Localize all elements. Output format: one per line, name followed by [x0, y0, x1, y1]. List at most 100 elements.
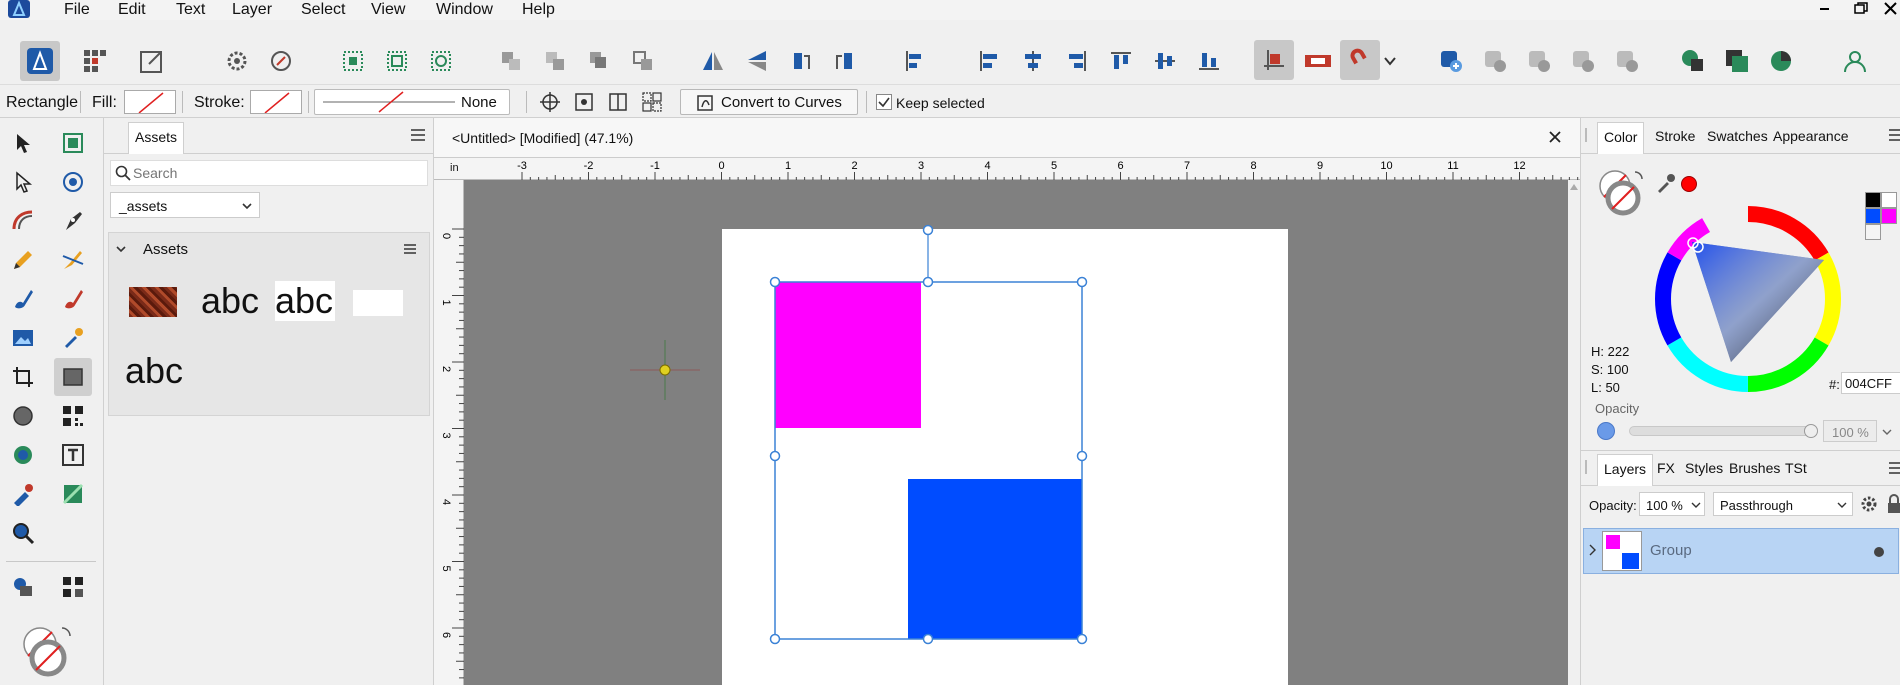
menu-file[interactable]: File — [64, 0, 90, 20]
section-menu-icon[interactable] — [403, 243, 417, 255]
current-color-swatch[interactable] — [1681, 176, 1697, 192]
layers-panel-menu-icon[interactable] — [1889, 461, 1900, 475]
swatch-black[interactable] — [1865, 192, 1881, 208]
zoom-tool-icon[interactable] — [6, 516, 40, 550]
snapping-icon[interactable] — [1254, 40, 1294, 80]
layer-row-group[interactable]: Group — [1583, 528, 1899, 574]
menu-edit[interactable]: Edit — [118, 0, 146, 20]
align-top-icon[interactable] — [1106, 46, 1136, 76]
transform-grid-icon[interactable] — [637, 87, 667, 117]
snap-objects-icon[interactable] — [426, 46, 456, 76]
vector-brush-tool-icon[interactable] — [56, 243, 90, 277]
align-center-icon[interactable] — [1018, 46, 1048, 76]
align-middle-icon[interactable] — [1150, 46, 1180, 76]
qr-tool-icon[interactable] — [56, 570, 90, 604]
fill-stroke-selector-icon[interactable] — [1595, 168, 1647, 220]
show-origin-icon[interactable] — [569, 87, 599, 117]
node-tool-icon[interactable] — [6, 165, 40, 199]
tab-appearance[interactable]: Appearance — [1767, 122, 1855, 150]
tab-assets[interactable]: Assets — [128, 122, 185, 154]
text-tool-icon[interactable] — [56, 438, 90, 472]
stroke-style-selector[interactable]: None — [314, 89, 510, 115]
tab-fx[interactable]: FX — [1651, 454, 1681, 482]
constrain-icon[interactable] — [603, 87, 633, 117]
swatch-white[interactable] — [1881, 192, 1897, 208]
vertical-scrollbar[interactable] — [1568, 180, 1580, 685]
designer-persona-icon[interactable] — [20, 41, 60, 81]
color-wheel[interactable] — [1653, 204, 1843, 394]
document-title[interactable]: <Untitled> [Modified] (47.1%) — [452, 130, 633, 146]
assets-tool-icon[interactable] — [6, 570, 40, 604]
fill-stroke-color-icon[interactable] — [18, 624, 76, 678]
minimize-icon[interactable] — [1815, 0, 1835, 20]
asset-text-item[interactable]: abc — [125, 351, 183, 391]
account-icon[interactable] — [1840, 46, 1870, 76]
opacity-value-field[interactable]: 100 % — [1823, 420, 1877, 442]
flip-horizontal-icon[interactable] — [698, 46, 728, 76]
asset-text-item[interactable]: abc — [201, 281, 259, 321]
insert-inside-icon[interactable] — [1722, 46, 1752, 76]
shape-tool-icon[interactable] — [6, 438, 40, 472]
move-tool-icon[interactable] — [6, 126, 40, 160]
rectangle-tool-icon[interactable] — [54, 358, 92, 396]
canvas[interactable] — [464, 180, 1572, 685]
pixel-brush-tool-icon[interactable] — [6, 282, 40, 316]
export-persona-icon[interactable] — [137, 46, 167, 76]
rotate-left-icon[interactable] — [786, 46, 816, 76]
artboard-tool-icon[interactable] — [56, 126, 90, 160]
panel-grip[interactable] — [1585, 460, 1587, 474]
insert-top-icon[interactable] — [1766, 46, 1796, 76]
asset-text-item-white[interactable]: abc — [275, 281, 335, 321]
tab-styles[interactable]: Styles — [1679, 454, 1729, 482]
layer-settings-gear-icon[interactable] — [1859, 494, 1879, 514]
collapse-chevron-icon[interactable] — [115, 243, 127, 255]
fill-tool-icon[interactable] — [6, 477, 40, 511]
lock-icon[interactable] — [1887, 494, 1900, 514]
asset-blank-thumbnail[interactable] — [353, 290, 403, 316]
transform-origin-icon[interactable] — [535, 87, 565, 117]
arrange-backward-icon[interactable] — [540, 46, 570, 76]
convert-to-curves-button[interactable]: Convert to Curves — [680, 89, 858, 115]
swatch-blue[interactable] — [1865, 208, 1881, 224]
boolean-xor-icon[interactable] — [1568, 46, 1598, 76]
menu-text[interactable]: Text — [176, 0, 205, 20]
boolean-divide-icon[interactable] — [1612, 46, 1642, 76]
color-panel-menu-icon[interactable] — [1889, 128, 1900, 142]
gradient-tool-icon[interactable] — [56, 477, 90, 511]
blend-mode-select[interactable]: Passthrough — [1713, 492, 1853, 516]
curve-tool-icon[interactable] — [6, 204, 40, 238]
menu-layer[interactable]: Layer — [232, 0, 272, 20]
opacity-slider-handle[interactable] — [1804, 424, 1818, 438]
menu-help[interactable]: Help — [522, 0, 555, 20]
swatch-light[interactable] — [1865, 224, 1881, 240]
boolean-add-icon[interactable] — [1436, 46, 1466, 76]
stroke-swatch[interactable] — [250, 90, 302, 114]
align-left-icon[interactable] — [974, 46, 1004, 76]
place-image-tool-icon[interactable] — [6, 321, 40, 355]
menu-window[interactable]: Window — [436, 0, 493, 20]
boolean-intersect-icon[interactable] — [1524, 46, 1554, 76]
asset-texture-thumbnail[interactable] — [129, 287, 177, 317]
menu-view[interactable]: View — [371, 0, 405, 20]
restore-icon[interactable] — [1851, 0, 1871, 20]
swatch-magenta[interactable] — [1881, 208, 1897, 224]
boolean-subtract-icon[interactable] — [1480, 46, 1510, 76]
opacity-chevron-icon[interactable] — [1881, 426, 1893, 438]
snap-bounds-icon[interactable] — [382, 46, 412, 76]
corner-tool-icon[interactable] — [56, 165, 90, 199]
layer-visibility-dot-icon[interactable] — [1874, 547, 1884, 557]
insert-behind-icon[interactable] — [1678, 46, 1708, 76]
crop-tool-icon[interactable] — [6, 360, 40, 394]
pixel-persona-icon[interactable] — [80, 46, 110, 76]
pen-tool-icon[interactable] — [56, 204, 90, 238]
search-input[interactable] — [133, 163, 423, 183]
arrange-back-icon[interactable] — [496, 46, 526, 76]
align-right-icon[interactable] — [1062, 46, 1092, 76]
color-picker-tool-icon[interactable] — [56, 321, 90, 355]
preferences-icon[interactable] — [266, 46, 296, 76]
ellipse-tool-icon[interactable] — [6, 399, 40, 433]
document-setup-icon[interactable] — [222, 46, 252, 76]
snap-options-chevron-icon[interactable] — [1382, 46, 1398, 76]
snap-grid-icon[interactable] — [338, 46, 368, 76]
tab-swatches[interactable]: Swatches — [1701, 122, 1774, 150]
